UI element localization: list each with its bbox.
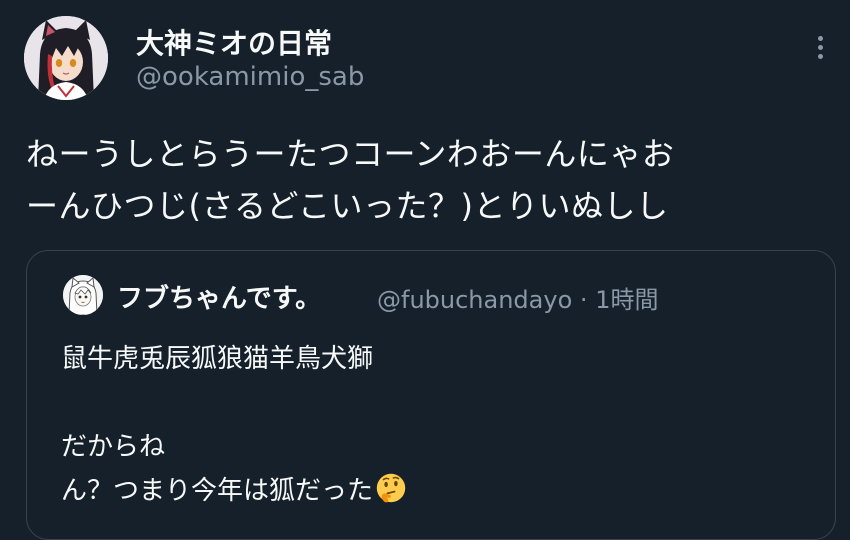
quote-text: 鼠牛虎兎辰狐狼猫羊鳥犬獅 だからね ん？つまり今年は狐だった bbox=[61, 337, 821, 513]
more-options-icon[interactable] bbox=[808, 36, 832, 66]
quote-timestamp[interactable]: 1時間 bbox=[595, 286, 658, 314]
tweet-text-line: ねーうしとらうーたつコーンわおーんにゃお bbox=[26, 135, 675, 173]
quote-avatar[interactable] bbox=[63, 275, 103, 315]
quote-avatar-image bbox=[63, 275, 103, 315]
quote-display-name[interactable]: フブちゃんです。 bbox=[117, 278, 321, 315]
quote-meta: @fubuchandayo · 1時間 bbox=[377, 280, 658, 315]
tweet: 大神ミオの日常 @ookamimio_sab ねーうしとらうーたつコーンわおーん… bbox=[0, 0, 850, 540]
quote-handle[interactable]: @fubuchandayo bbox=[377, 286, 572, 314]
display-name[interactable]: 大神ミオの日常 bbox=[136, 22, 332, 62]
avatar[interactable] bbox=[24, 16, 108, 100]
tweet-text: ねーうしとらうーたつコーンわおーんにゃお ーんひつじ(さるどこいった？)とりいぬ… bbox=[26, 128, 826, 232]
tweet-text-line: ーんひつじ(さるどこいった？)とりいぬしし bbox=[26, 187, 669, 225]
quote-text-line: ん？つまり今年は狐だった bbox=[61, 476, 374, 506]
quote-text-line bbox=[61, 381, 821, 425]
quote-text-line: 鼠牛虎兎辰狐狼猫羊鳥犬獅 bbox=[61, 344, 374, 374]
quoted-tweet[interactable]: フブちゃんです。 @fubuchandayo · 1時間 鼠牛虎兎辰狐狼猫羊鳥犬… bbox=[26, 250, 836, 540]
quote-text-line: だからね bbox=[61, 432, 166, 462]
user-handle[interactable]: @ookamimio_sab bbox=[136, 62, 364, 92]
quote-text-line-with-emoji: ん？つまり今年は狐だった bbox=[61, 469, 821, 513]
meta-separator: · bbox=[579, 286, 588, 314]
avatar-image bbox=[24, 16, 108, 100]
thinking-face-icon bbox=[375, 472, 407, 504]
